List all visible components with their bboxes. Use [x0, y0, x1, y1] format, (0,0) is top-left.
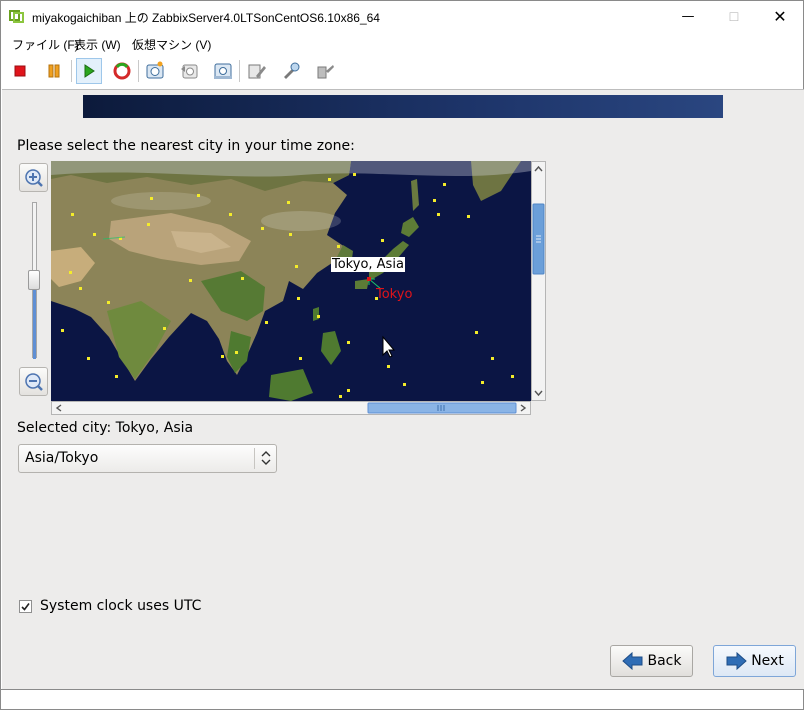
zoom-slider-thumb[interactable] — [28, 270, 40, 290]
next-button[interactable]: Next — [713, 645, 796, 677]
menu-view[interactable]: 表示 (W) — [74, 36, 121, 53]
vmware-app-icon — [9, 8, 25, 24]
utc-checkbox-label: System clock uses UTC — [40, 598, 202, 614]
connect-devices-icon — [317, 65, 334, 79]
scroll-up-arrow-icon — [534, 165, 543, 172]
toolbar-separator — [138, 60, 139, 82]
menu-file[interactable]: ファイル (F) — [12, 36, 79, 53]
devices-button[interactable] — [312, 58, 338, 84]
toolbar-separator — [71, 60, 72, 82]
menu-vm[interactable]: 仮想マシン (V) — [132, 36, 211, 53]
guest-console[interactable]: Please select the nearest city in your t… — [2, 89, 804, 689]
select-separator — [254, 448, 255, 469]
vm-tools-icon — [284, 62, 300, 79]
map-hover-tooltip: Tokyo, Asia — [331, 257, 405, 272]
map-image — [51, 161, 531, 401]
stop-icon — [14, 65, 26, 77]
installer-banner — [83, 95, 723, 118]
revert-snapshot-icon — [181, 64, 198, 79]
back-button-label: Back — [647, 653, 682, 669]
manage-snapshots-icon — [214, 63, 232, 79]
maximize-button[interactable]: ☐ — [711, 1, 757, 32]
title-bar[interactable]: miyakogaichiban 上の ZabbixServer4.0LTSonC… — [1, 1, 803, 32]
toolbar — [1, 56, 803, 86]
scroll-down-arrow-icon — [534, 390, 543, 397]
next-button-label: Next — [751, 653, 784, 669]
zoom-in-icon — [24, 168, 43, 187]
timezone-prompt: Please select the nearest city in your t… — [17, 138, 355, 154]
bottom-status-border — [1, 689, 803, 690]
selected-city-text: Selected city: Tokyo, Asia — [17, 420, 194, 436]
map-vertical-scrollbar[interactable] — [531, 161, 546, 401]
close-button[interactable]: ✕ — [757, 1, 803, 32]
horizontal-scroll-thumb — [367, 402, 517, 414]
timezone-select-value: Asia/Tokyo — [25, 450, 99, 466]
toolbar-separator — [239, 60, 240, 82]
zoom-out-button[interactable] — [19, 367, 48, 396]
map-horizontal-scrollbar[interactable] — [51, 401, 531, 415]
window-title: miyakogaichiban 上の ZabbixServer4.0LTSonC… — [32, 11, 380, 25]
snapshot-manager-button[interactable] — [210, 58, 236, 84]
zoom-out-icon — [24, 372, 43, 391]
reset-icon — [113, 62, 131, 80]
horizontal-scrollbar-graphics — [55, 402, 527, 414]
utc-checkbox[interactable] — [19, 599, 32, 613]
revert-snapshot-button[interactable] — [176, 58, 202, 84]
menu-bar: ファイル (F) 表示 (W) 仮想マシン (V) — [1, 34, 803, 54]
reset-button[interactable] — [109, 58, 135, 84]
snapshot-icon — [146, 61, 164, 79]
back-button[interactable]: Back — [610, 645, 693, 677]
timezone-select[interactable]: Asia/Tokyo — [18, 444, 277, 473]
pause-icon — [48, 64, 60, 78]
scroll-left-arrow-icon — [55, 404, 62, 412]
zoom-in-button[interactable] — [19, 163, 48, 192]
suspend-button[interactable] — [41, 58, 67, 84]
vmware-console-window: miyakogaichiban 上の ZabbixServer4.0LTSonC… — [0, 0, 804, 710]
scroll-right-arrow-icon — [520, 404, 527, 412]
updown-chevron-icon — [261, 451, 271, 465]
edit-settings-icon — [248, 64, 266, 79]
play-icon — [84, 64, 95, 78]
checkmark-icon — [21, 602, 30, 611]
vm-settings-button[interactable] — [244, 58, 270, 84]
take-snapshot-button[interactable] — [142, 58, 168, 84]
vertical-scrollbar-graphics — [532, 165, 545, 397]
minimize-button[interactable]: — — [665, 1, 711, 32]
timezone-map[interactable]: Tokyo, Asia Tokyo — [51, 161, 531, 401]
install-tools-button[interactable] — [278, 58, 304, 84]
power-on-button[interactable] — [76, 58, 102, 84]
utc-checkbox-row[interactable]: System clock uses UTC — [19, 598, 201, 614]
arrow-left-icon — [621, 652, 642, 670]
selected-city-marker-label: Tokyo — [376, 287, 413, 302]
power-off-button[interactable] — [7, 58, 33, 84]
arrow-right-icon — [726, 652, 747, 670]
